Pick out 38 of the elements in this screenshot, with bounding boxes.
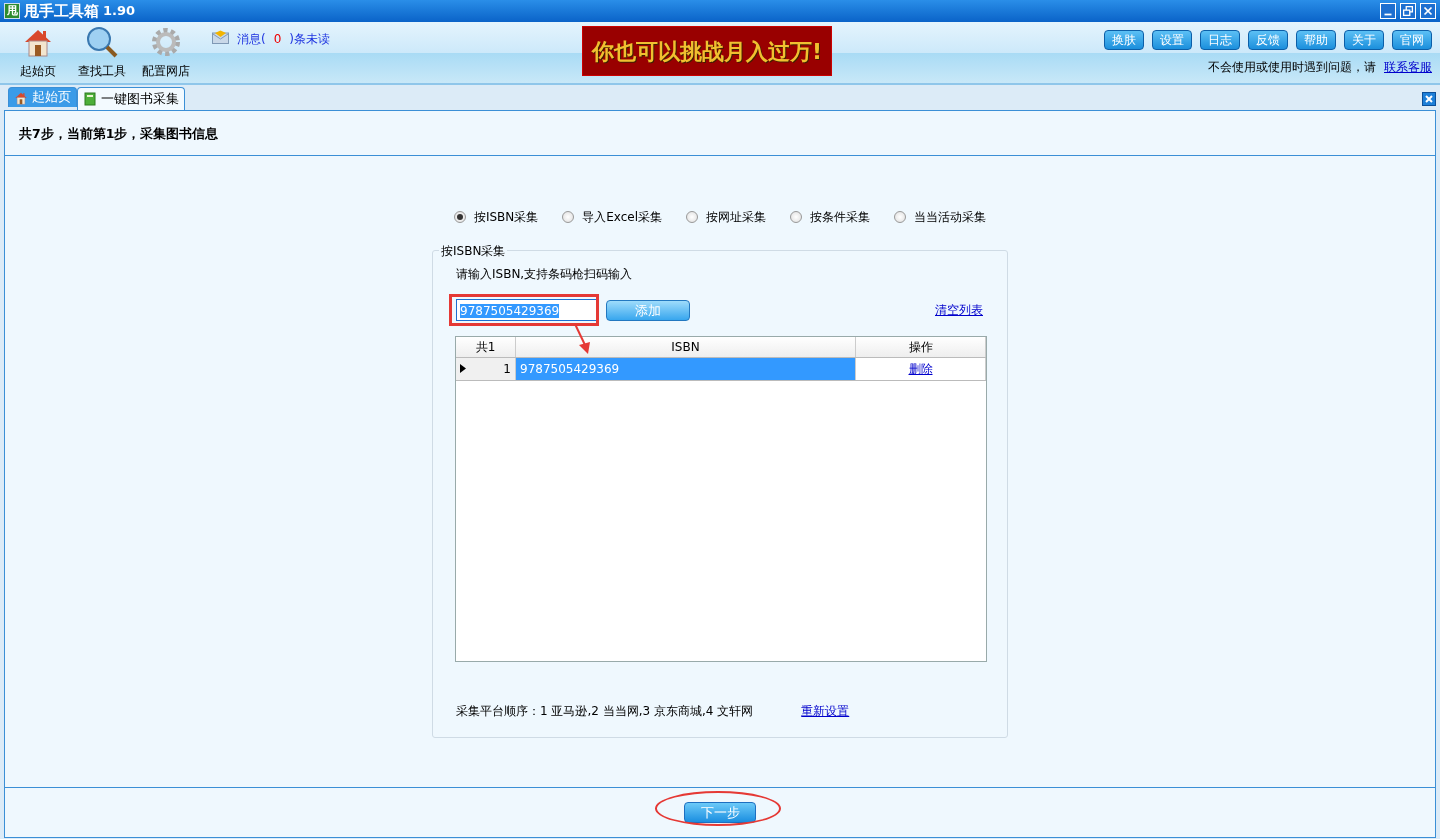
magnifier-icon (86, 26, 118, 58)
clear-list-link[interactable]: 清空列表 (935, 301, 983, 319)
close-icon[interactable] (1420, 3, 1436, 19)
group-legend: 按ISBN采集 (439, 242, 508, 260)
tab[interactable]: 一键图书采集 (77, 87, 185, 110)
window-title: 甩手工具箱 (24, 0, 99, 22)
unread-messages[interactable]: 消息( 0 )条未读 (237, 30, 330, 48)
toolbar-button[interactable]: 查找工具 (72, 26, 132, 83)
column-header: 操作 (856, 337, 986, 357)
column-header: 共1 (456, 337, 516, 357)
reset-link[interactable]: 重新设置 (801, 702, 850, 720)
table-cell: 9787505429369 (516, 358, 856, 380)
restore-icon[interactable] (1400, 3, 1416, 19)
minimize-icon[interactable] (1380, 3, 1396, 19)
platform-order-text: 采集平台顺序：1 亚马逊,2 当当网,3 京东商城,4 文轩网 (456, 703, 754, 720)
step-header: 共7步，当前第1步，采集图书信息 (5, 111, 1435, 156)
radio-option[interactable]: 当当活动采集 (894, 208, 987, 226)
app-logo: 甩 (4, 3, 20, 19)
toolbar-button[interactable]: 起始页 (8, 26, 68, 83)
app-version: 1.90 (103, 2, 136, 21)
isbn-hint: 请输入ISBN,支持条码枪扫码输入 (456, 266, 634, 283)
contact-support-link[interactable]: 联系客服 (1384, 58, 1432, 76)
promo-banner[interactable]: 你也可以挑战月入过万! (582, 26, 832, 76)
radio-option[interactable]: 导入Excel采集 (562, 208, 663, 226)
gear-icon (150, 26, 182, 58)
row-header[interactable]: 1 (456, 358, 516, 380)
house-icon (14, 90, 28, 105)
column-header: ISBN (516, 337, 856, 357)
annotation-arrow (573, 323, 593, 355)
radio-option[interactable]: 按ISBN采集 (453, 208, 539, 226)
delete-link[interactable]: 删除 (908, 360, 933, 378)
envelope-icon (212, 30, 229, 44)
book-icon (83, 92, 97, 106)
close-tab-icon[interactable] (1422, 92, 1436, 106)
help-text: 不会使用或使用时遇到问题，请 (1208, 59, 1376, 76)
radio-option[interactable]: 按条件采集 (790, 208, 871, 226)
toolbar-button[interactable]: 配置网店 (136, 26, 196, 83)
radio-option[interactable]: 按网址采集 (686, 208, 767, 226)
